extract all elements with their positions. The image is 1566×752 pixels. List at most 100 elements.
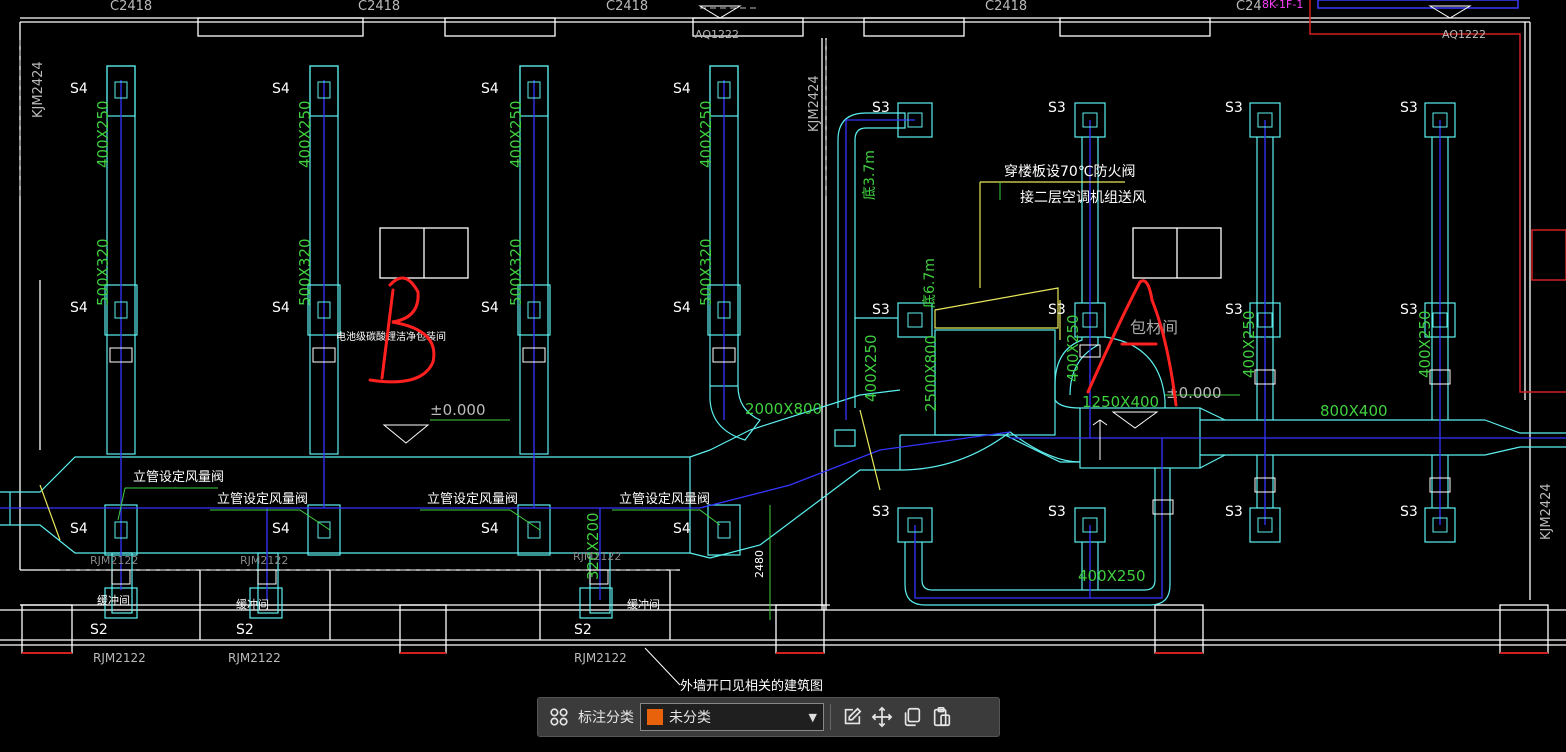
- height-note: 底6.7m: [922, 258, 938, 308]
- s3-label: S3: [872, 100, 890, 116]
- handwritten-mark-b: [368, 276, 436, 384]
- top-label: C2418: [110, 0, 152, 14]
- top-magenta-label: 8K-1F-1: [1262, 0, 1303, 11]
- s4-label: S4: [272, 81, 290, 97]
- move-button[interactable]: [867, 702, 897, 732]
- wall-label: KJM2424: [1539, 483, 1554, 540]
- s4-label: S4: [70, 300, 88, 316]
- s3-label: S3: [1048, 100, 1066, 116]
- buffer-room-label: 缓冲间: [627, 597, 660, 611]
- room-note: 包材间: [1130, 318, 1178, 337]
- annotation-toolbar: 标注分类 未分类 ▼: [537, 697, 1000, 737]
- edit-button[interactable]: [837, 702, 867, 732]
- duct-size-label: 400X250: [94, 100, 112, 168]
- s4-label: S4: [673, 300, 691, 316]
- duct-size-label: 400X250: [296, 100, 314, 168]
- s3-label: S3: [1400, 504, 1418, 520]
- duct-size-label: 500X320: [94, 238, 112, 306]
- duct-size-label: 400X250: [507, 100, 525, 168]
- s4-label: S4: [673, 81, 691, 97]
- duct-size-label: 500X320: [697, 238, 715, 306]
- s3-label: S3: [872, 504, 890, 520]
- height-note: 底3.7m: [862, 150, 878, 200]
- buffer-room-label: 缓冲间: [236, 597, 269, 611]
- grid-icon: [550, 708, 568, 726]
- edit-icon: [844, 707, 862, 725]
- top-right-frame: [1317, 0, 1519, 9]
- category-selected-value: 未分类: [669, 710, 711, 726]
- s3-label: S3: [1048, 504, 1066, 520]
- duct-size-label: 800X400: [1320, 402, 1388, 420]
- cad-drawing-canvas[interactable]: C2418 C2418 C2418 C2418 C24 8K-1F-1 AQ12…: [0, 0, 1566, 752]
- category-select[interactable]: 未分类 ▼: [640, 703, 824, 731]
- s2-label: S2: [90, 622, 108, 638]
- ahu-note: 接二层空调机组送风: [1020, 189, 1146, 206]
- duct-size-label: 400X250: [697, 100, 715, 168]
- category-label: 标注分类: [578, 710, 634, 726]
- damper-note: 立管设定风量阀: [217, 492, 308, 507]
- s4-label: S4: [70, 81, 88, 97]
- paste-button[interactable]: [927, 702, 957, 732]
- wall-label: KJM2424: [31, 61, 46, 118]
- door-label: AQ1222: [1442, 28, 1486, 41]
- s4-label: S4: [481, 81, 499, 97]
- s4-label: S4: [70, 521, 88, 537]
- wall-opening-note: 外墙开口见相关的建筑图: [680, 678, 823, 694]
- s3-label: S3: [872, 302, 890, 318]
- top-label: C2418: [358, 0, 400, 14]
- damper-note: 立管设定风量阀: [619, 492, 710, 507]
- s4-label: S4: [481, 300, 499, 316]
- buffer-room-label: 缓冲间: [97, 593, 130, 607]
- damper-symbols: [109, 5, 1472, 585]
- paste-icon: [933, 707, 951, 727]
- diffuser-inner: [114, 81, 1448, 539]
- top-label: C24: [1236, 0, 1262, 14]
- wall-label: KJM2424: [807, 75, 822, 132]
- door-label: AQ1222: [695, 28, 739, 41]
- duct-size-label: 400X250: [1416, 310, 1434, 378]
- top-label: C2418: [606, 0, 648, 14]
- door-label: RJM2122: [574, 651, 627, 665]
- duct-size-label: 400X250: [1064, 314, 1082, 382]
- duct-size-label: 500X320: [507, 238, 525, 306]
- walls: [0, 17, 1566, 654]
- category-color-swatch: [647, 709, 663, 725]
- duct-size-label: 400X250: [862, 334, 880, 402]
- s3-label: S3: [1225, 504, 1243, 520]
- copy-button[interactable]: [897, 702, 927, 732]
- s4-label: S4: [673, 521, 691, 537]
- top-label: C2418: [985, 0, 1027, 14]
- grid-button[interactable]: [544, 702, 574, 732]
- copy-icon: [904, 707, 921, 727]
- level-mark: ±0.000: [430, 401, 486, 419]
- door-label: RJM2122: [573, 550, 621, 563]
- duct-size-label: 400X250: [1240, 310, 1258, 378]
- door-label: RJM2122: [93, 651, 146, 665]
- chevron-down-icon: ▼: [808, 710, 817, 724]
- dashed-walls: [19, 7, 1490, 571]
- s4-label: S4: [272, 300, 290, 316]
- s2-label: S2: [574, 622, 592, 638]
- duct-size-label: 500X320: [296, 238, 314, 306]
- ducts: [0, 65, 1566, 619]
- damper-note: 立管设定风量阀: [427, 492, 518, 507]
- text-layer: C2418 C2418 C2418 C2418 C24 8K-1F-1 AQ12…: [31, 0, 1554, 694]
- move-icon: [871, 706, 893, 728]
- door-label: RJM2122: [240, 554, 288, 567]
- yellow-fire-damper: [39, 181, 1125, 541]
- s4-label: S4: [272, 521, 290, 537]
- dimension-label: 2480: [753, 550, 766, 578]
- duct-size-label: 400X250: [1078, 567, 1146, 585]
- fire-damper-note: 穿楼板设70℃防火阀: [1004, 164, 1136, 180]
- duct-size-label: 1250X400: [1082, 393, 1159, 411]
- s3-label: S3: [1225, 100, 1243, 116]
- s3-label: S3: [1400, 100, 1418, 116]
- s4-label: S4: [481, 521, 499, 537]
- duct-size-label: 320X200: [584, 512, 602, 580]
- toolbar-divider: [830, 704, 831, 730]
- duct-size-label: 2000X800: [745, 400, 822, 418]
- duct-size-label: 2500X800: [922, 335, 940, 412]
- s2-label: S2: [236, 622, 254, 638]
- damper-note: 立管设定风量阀: [133, 470, 224, 485]
- door-label: RJM2122: [90, 554, 138, 567]
